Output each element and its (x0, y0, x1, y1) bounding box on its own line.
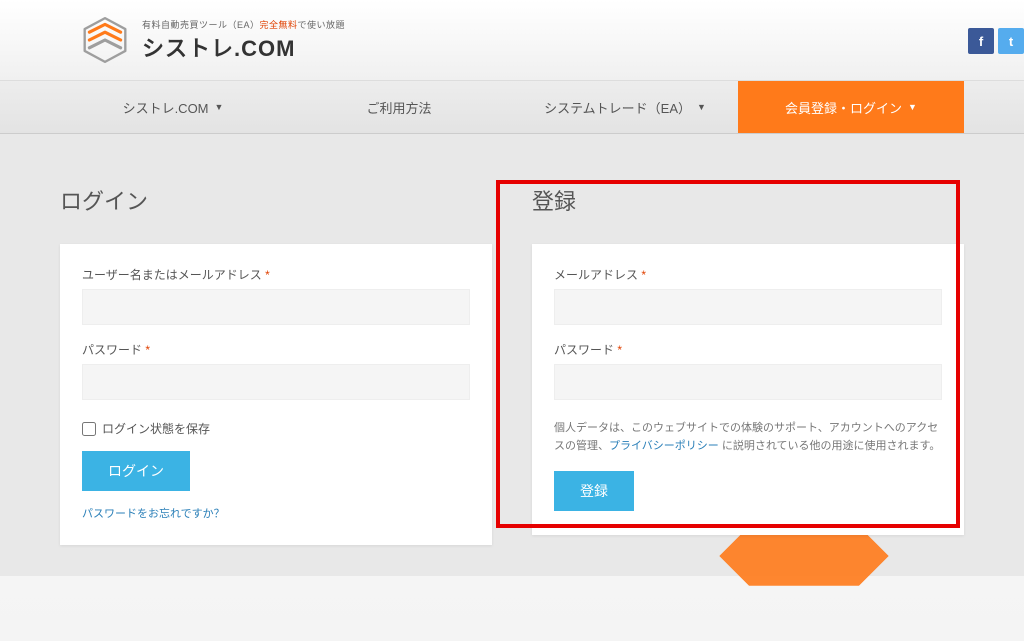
logo-icon (80, 15, 130, 65)
nav-item-usage[interactable]: ご利用方法 (286, 81, 512, 133)
nav-item-system-trade[interactable]: システムトレード（EA） ▼ (512, 81, 738, 133)
reg-password-input[interactable] (554, 364, 942, 400)
register-button[interactable]: 登録 (554, 471, 634, 511)
remember-row: ログイン状態を保存 (82, 420, 470, 437)
forgot-password-link[interactable]: パスワードをお忘れですか？ (82, 505, 470, 521)
nav-label: システムトレード（EA） (544, 98, 691, 117)
tagline: 有料自動売買ツール（EA）完全無料で使い放題 (142, 18, 345, 31)
remember-label: ログイン状態を保存 (102, 420, 210, 437)
site-header: 有料自動売買ツール（EA）完全無料で使い放題 シストレ.COM f t (0, 0, 1024, 80)
password-label: パスワード * (82, 341, 470, 358)
chevron-down-icon: ▼ (215, 102, 224, 112)
nav-label: シストレ.COM (123, 98, 209, 117)
nav-item-home[interactable]: シストレ.COM ▼ (60, 81, 286, 133)
chevron-down-icon: ▼ (697, 102, 706, 112)
facebook-icon[interactable]: f (968, 28, 994, 54)
privacy-note: 個人データは、このウェブサイトでの体験のサポート、アカウントへのアクセスの管理、… (554, 420, 942, 455)
nav-label: 会員登録・ログイン (785, 98, 902, 117)
login-heading: ログイン (60, 184, 492, 216)
brand-name: シストレ.COM (142, 31, 345, 63)
nav-label: ご利用方法 (366, 98, 431, 117)
login-button[interactable]: ログイン (82, 451, 190, 491)
register-card: メールアドレス * パスワード * 個人データは、このウェブサイトでの体験のサポ… (532, 244, 964, 535)
chevron-down-icon: ▼ (908, 102, 917, 112)
register-panel: 登録 メールアドレス * パスワード * 個人データは、このウェブサイトでの体験… (532, 184, 964, 576)
username-input[interactable] (82, 289, 470, 325)
logo[interactable]: 有料自動売買ツール（EA）完全無料で使い放題 シストレ.COM (80, 15, 345, 65)
username-label: ユーザー名またはメールアドレス * (82, 266, 470, 283)
register-heading: 登録 (532, 184, 964, 216)
twitter-icon[interactable]: t (998, 28, 1024, 54)
login-card: ユーザー名またはメールアドレス * パスワード * ログイン状態を保存 ログイン… (60, 244, 492, 545)
login-panel: ログイン ユーザー名またはメールアドレス * パスワード * ログイン状態を保存… (60, 184, 492, 576)
main-nav: シストレ.COM ▼ ご利用方法 システムトレード（EA） ▼ 会員登録・ログイ… (0, 80, 1024, 134)
email-input[interactable] (554, 289, 942, 325)
main-content: ログイン ユーザー名またはメールアドレス * パスワード * ログイン状態を保存… (0, 134, 1024, 576)
nav-item-signup-login[interactable]: 会員登録・ログイン ▼ (738, 81, 964, 133)
privacy-policy-link[interactable]: プライバシーポリシー (609, 440, 719, 452)
reg-password-label: パスワード * (554, 341, 942, 358)
email-label: メールアドレス * (554, 266, 942, 283)
logo-text: 有料自動売買ツール（EA）完全無料で使い放題 シストレ.COM (142, 18, 345, 63)
password-input[interactable] (82, 364, 470, 400)
social-links: f t (968, 28, 1024, 54)
remember-checkbox[interactable] (82, 422, 96, 436)
